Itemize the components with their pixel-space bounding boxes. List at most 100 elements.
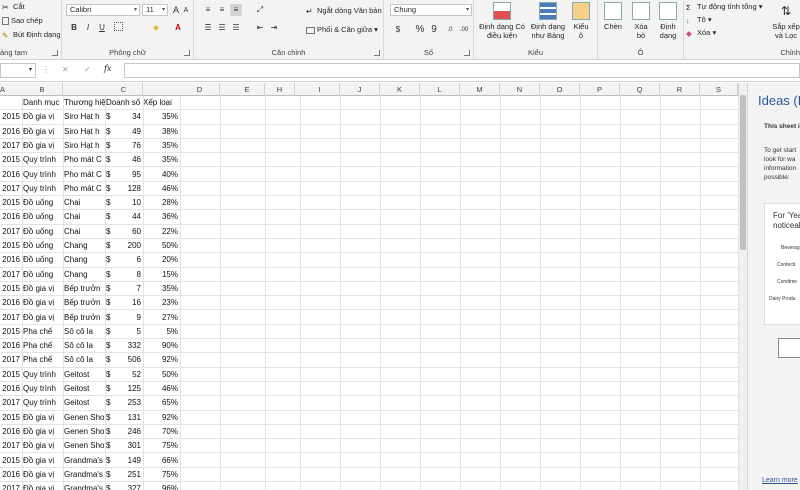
column-header-m[interactable]: M [460, 83, 500, 96]
sales-cell[interactable]: 49 [116, 125, 141, 139]
increase-decimal-icon[interactable]: .0 [444, 24, 456, 36]
sales-cell[interactable]: 131 [116, 411, 141, 425]
bold-button[interactable]: B [68, 22, 80, 34]
category-cell[interactable]: Đồ gia vị [23, 425, 63, 439]
currency-cell[interactable]: $ [106, 225, 116, 239]
rating-cell[interactable]: 23% [143, 296, 178, 310]
category-cell[interactable]: Đồ uống [23, 225, 63, 239]
currency-cell[interactable]: $ [106, 210, 116, 224]
column-header-n[interactable]: N [500, 83, 540, 96]
category-cell[interactable]: Đồ uống [23, 253, 63, 267]
rating-cell[interactable]: 75% [143, 439, 178, 453]
year-cell[interactable]: 2017 [0, 311, 20, 325]
column-header-h[interactable]: H [265, 83, 295, 96]
column-header-q[interactable]: Q [620, 83, 660, 96]
brand-cell[interactable]: Thương hiệu [64, 96, 105, 110]
column-header-i[interactable]: I [300, 83, 340, 96]
rating-cell[interactable]: 5% [143, 325, 178, 339]
rating-cell[interactable]: 22% [143, 225, 178, 239]
brand-cell[interactable]: Genen Sho [64, 411, 105, 425]
brand-cell[interactable]: Sô cô la [64, 353, 105, 367]
currency-cell[interactable]: $ [106, 411, 116, 425]
column-header-s[interactable]: S [700, 83, 738, 96]
brand-cell[interactable]: Geitost [64, 382, 105, 396]
year-cell[interactable]: 2015 [0, 239, 20, 253]
currency-cell[interactable]: $ [106, 110, 116, 124]
category-cell[interactable]: Pha chế [23, 353, 63, 367]
year-cell[interactable]: 2017 [0, 268, 20, 282]
sales-cell[interactable]: 8 [116, 268, 141, 282]
copy-button[interactable]: Sao chép [2, 16, 43, 26]
column-header-p[interactable]: P [580, 83, 620, 96]
brand-cell[interactable]: Chai [64, 210, 105, 224]
brand-cell[interactable]: Bếp trưởn [64, 296, 105, 310]
currency-cell[interactable]: $ [106, 468, 116, 482]
rating-cell[interactable]: 38% [143, 125, 178, 139]
more-options-icon[interactable]: ⋮ [42, 65, 50, 74]
year-cell[interactable]: 2016 [0, 253, 20, 267]
year-cell[interactable]: 2015 [0, 454, 20, 468]
brand-cell[interactable]: Bếp trưởn [64, 282, 105, 296]
align-middle-icon[interactable]: ≡ [216, 4, 228, 16]
category-cell[interactable]: Quy trình [23, 182, 63, 196]
column-header-a[interactable]: A [0, 83, 10, 96]
rating-cell[interactable]: 46% [143, 382, 178, 396]
sales-cell[interactable]: 149 [116, 454, 141, 468]
brand-cell[interactable]: Chai [64, 196, 105, 210]
brand-cell[interactable]: Grandma's [64, 482, 105, 490]
year-cell[interactable]: 2016 [0, 168, 20, 182]
font-color-icon[interactable]: A [172, 22, 184, 34]
brand-cell[interactable]: Genen Sho [64, 439, 105, 453]
sales-cell[interactable]: 46 [116, 153, 141, 167]
sales-cell[interactable]: 125 [116, 382, 141, 396]
sales-cell[interactable]: 16 [116, 296, 141, 310]
rating-cell[interactable]: 28% [143, 196, 178, 210]
sales-cell[interactable]: 251 [116, 468, 141, 482]
idea-card[interactable]: For 'Yea noticeal Beverag Confecti Condi… [764, 203, 800, 325]
brand-cell[interactable]: Chang [64, 239, 105, 253]
category-cell[interactable]: Đồ gia vị [23, 454, 63, 468]
brand-cell[interactable]: Pho mát C [64, 168, 105, 182]
year-cell[interactable]: 2016 [0, 425, 20, 439]
font-launcher-icon[interactable] [184, 50, 190, 56]
align-right-icon[interactable]: ☰ [230, 22, 242, 34]
year-cell[interactable]: 2017 [0, 353, 20, 367]
column-header-j[interactable]: J [340, 83, 380, 96]
category-cell[interactable]: Đồ gia vị [23, 311, 63, 325]
category-cell[interactable]: Đồ gia vị [23, 468, 63, 482]
brand-cell[interactable]: Sô cô la [64, 325, 105, 339]
rating-cell[interactable]: 35% [143, 110, 178, 124]
column-header-e[interactable]: E [230, 83, 265, 96]
learn-more-link[interactable]: Learn more [762, 477, 798, 485]
brand-cell[interactable]: Chang [64, 253, 105, 267]
number-launcher-icon[interactable] [464, 50, 470, 56]
cut-button[interactable]: ✂ Cắt [2, 2, 25, 12]
year-cell[interactable]: 2016 [0, 125, 20, 139]
brand-cell[interactable]: Geitost [64, 368, 105, 382]
column-header-l[interactable]: L [420, 83, 460, 96]
conditional-formatting-button[interactable]: Định dạng Có điều kiện [476, 2, 528, 40]
rating-cell[interactable]: 35% [143, 282, 178, 296]
brand-cell[interactable]: Grandma's [64, 454, 105, 468]
category-cell[interactable]: Quy trình [23, 396, 63, 410]
rating-cell[interactable]: 27% [143, 311, 178, 325]
sales-cell[interactable]: 128 [116, 182, 141, 196]
category-cell[interactable]: Đồ gia vị [23, 439, 63, 453]
brand-cell[interactable]: Geitost [64, 396, 105, 410]
format-painter-button[interactable]: ✎ Bút Định dạng [2, 30, 61, 40]
category-cell[interactable]: Danh mục [23, 96, 63, 110]
sales-cell[interactable]: 5 [116, 325, 141, 339]
currency-cell[interactable]: $ [106, 139, 116, 153]
currency-cell[interactable]: $ [106, 396, 116, 410]
decrease-indent-icon[interactable]: ⇤ [254, 22, 266, 34]
rating-cell[interactable]: 15% [143, 268, 178, 282]
format-as-table-button[interactable]: Định dạng như Bảng [528, 2, 568, 40]
align-top-icon[interactable]: ≡ [202, 4, 214, 16]
category-cell[interactable]: Đồ gia vị [23, 296, 63, 310]
sales-cell[interactable]: 34 [116, 110, 141, 124]
currency-cell[interactable]: $ [106, 382, 116, 396]
fill-color-icon[interactable]: ◈ [150, 22, 162, 34]
name-box[interactable]: ▾ [0, 63, 36, 78]
formula-input[interactable] [124, 63, 800, 78]
category-cell[interactable]: Quy trình [23, 382, 63, 396]
